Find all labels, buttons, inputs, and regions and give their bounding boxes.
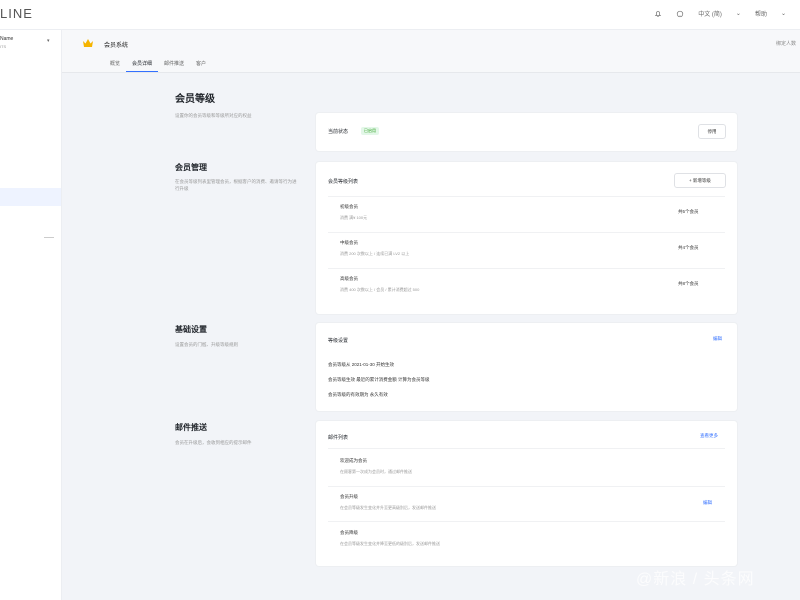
sidebar-divider	[44, 237, 54, 238]
level-desc: 消费 400 次数以上 / 会员 / 累计消费超过 500	[340, 287, 420, 292]
mail-row[interactable]: 会员升级 在会员等级发生变化并升至更高级别后，发送邮件推送 编辑	[328, 486, 725, 521]
tab-mail-push[interactable]: 邮件推送	[158, 60, 190, 72]
view-more-link[interactable]: 查看更多	[700, 433, 718, 439]
level-desc: 消费 满¥ 100元	[340, 215, 368, 220]
app-title: 会员系统	[104, 43, 129, 49]
crown-icon	[83, 39, 93, 47]
level-row[interactable]: 初级会员 消费 满¥ 100元 共5个会员	[328, 196, 725, 232]
bell-icon[interactable]	[654, 10, 662, 18]
chevron-down-icon[interactable]: ▾	[47, 38, 50, 44]
header-right-text[interactable]: 绑定人数	[776, 40, 796, 47]
mail-name: 会员升级	[340, 494, 358, 499]
member-levels-card: 会员等级列表 + 新增等级 初级会员 消费 满¥ 100元 共5个会员 中级会员…	[316, 162, 737, 314]
section-desc-mail: 会员在升级后，会收到相应的提示邮件	[175, 440, 252, 445]
top-bar-actions: 中文 (简) ⌄ 帮助 ⌄	[654, 9, 786, 18]
mail-row[interactable]: 欢迎成为会员 在顾客第一次成为会员时，通过邮件推送	[328, 448, 725, 486]
level-name: 初级会员	[340, 204, 358, 209]
mail-row[interactable]: 会员降级 在会员等级发生变化并降至更低的级别后，发送邮件推送	[328, 521, 725, 559]
card-title-basic: 等级设置	[328, 338, 349, 344]
tab-overview[interactable]: 概览	[104, 60, 126, 72]
edit-mail-link[interactable]: 编辑	[703, 500, 712, 506]
level-member-count[interactable]: 共8个会员	[678, 281, 699, 287]
team-name: Name	[0, 36, 14, 42]
level-row[interactable]: 中级会员 消费 200 次数以上 / 连续已满 LV2 以上 共4个会员	[328, 232, 725, 268]
help-icon[interactable]	[676, 10, 684, 18]
mail-name: 欢迎成为会员	[340, 458, 367, 463]
edit-basic-link[interactable]: 编辑	[713, 336, 722, 342]
section-desc-basic: 设置会员的门槛、升级等级规则	[175, 342, 238, 347]
mail-desc: 在会员等级发生变化并降至更低的级别后，发送邮件推送	[340, 541, 440, 546]
top-bar: LINE 中文 (简) ⌄ 帮助 ⌄	[0, 0, 800, 30]
level-row[interactable]: 高级会员 消费 400 次数以上 / 会员 / 累计消费超过 500 共8个会员	[328, 268, 725, 306]
page-header: 会员系统 绑定人数 概览 会员详细 邮件推送 客户	[62, 30, 800, 73]
basic-settings-card: 等级设置 编辑 会员等级从 2021-01-30 开始生效 会员等级生效 最近的…	[316, 323, 737, 411]
mail-desc: 在会员等级发生变化并升至更高级别后，发送邮件推送	[340, 505, 436, 510]
team-switcher[interactable]: Name ITS	[0, 36, 13, 50]
level-member-count[interactable]: 共5个会员	[678, 209, 699, 215]
tab-member-detail[interactable]: 会员详细	[126, 60, 159, 72]
status-label: 当前状态	[328, 129, 349, 135]
watermark: @新浪 / 头条网	[636, 571, 755, 588]
app-logo[interactable]: LINE	[0, 6, 33, 21]
sidebar: Name ITS ▾	[0, 30, 62, 600]
disable-button[interactable]: 停用	[698, 124, 726, 139]
status-badge: 已启用	[361, 127, 379, 135]
sidebar-item-selected[interactable]	[0, 188, 61, 206]
setting-line: 会员等级生效 最近的累计消费金额 计算为会员等级	[328, 377, 430, 382]
tab-customers[interactable]: 客户	[190, 60, 212, 72]
page-description: 设置你的会员等级和等级所对应的权益	[175, 113, 252, 118]
setting-line: 会员等级的有效期为 永久有效	[328, 392, 388, 397]
level-member-count[interactable]: 共4个会员	[678, 245, 699, 251]
status-card: 当前状态 已启用 停用	[316, 113, 737, 151]
help-link[interactable]: 帮助	[755, 9, 767, 18]
level-desc: 消费 200 次数以上 / 连续已满 LV2 以上	[340, 251, 410, 256]
chevron-down-icon: ⌄	[780, 11, 786, 17]
section-title-member-mgmt: 会员管理	[175, 163, 207, 172]
team-subtitle: ITS	[0, 44, 7, 49]
section-desc-member-mgmt: 在会员等级列表里管理会员，根据客户的消费、邀请等行为进行升级	[175, 179, 297, 191]
mail-desc: 在顾客第一次成为会员时，通过邮件推送	[340, 469, 412, 474]
card-title-levels: 会员等级列表	[328, 179, 359, 185]
level-name: 高级会员	[340, 276, 358, 281]
chevron-down-icon: ⌄	[735, 11, 741, 17]
language-selector[interactable]: 中文 (简)	[698, 9, 722, 18]
section-title-mail: 邮件推送	[175, 423, 207, 432]
level-name: 中级会员	[340, 240, 358, 245]
mail-list-card: 邮件列表 查看更多 欢迎成为会员 在顾客第一次成为会员时，通过邮件推送 会员升级…	[316, 421, 737, 566]
section-title-basic: 基础设置	[175, 325, 207, 334]
page-title: 会员等级	[175, 94, 215, 105]
tab-bar: 概览 会员详细 邮件推送 客户	[104, 60, 212, 72]
setting-line: 会员等级从 2021-01-30 开始生效	[328, 362, 395, 367]
mail-name: 会员降级	[340, 530, 358, 535]
card-title-mail: 邮件列表	[328, 435, 349, 441]
add-level-button[interactable]: + 新增等级	[674, 173, 726, 188]
